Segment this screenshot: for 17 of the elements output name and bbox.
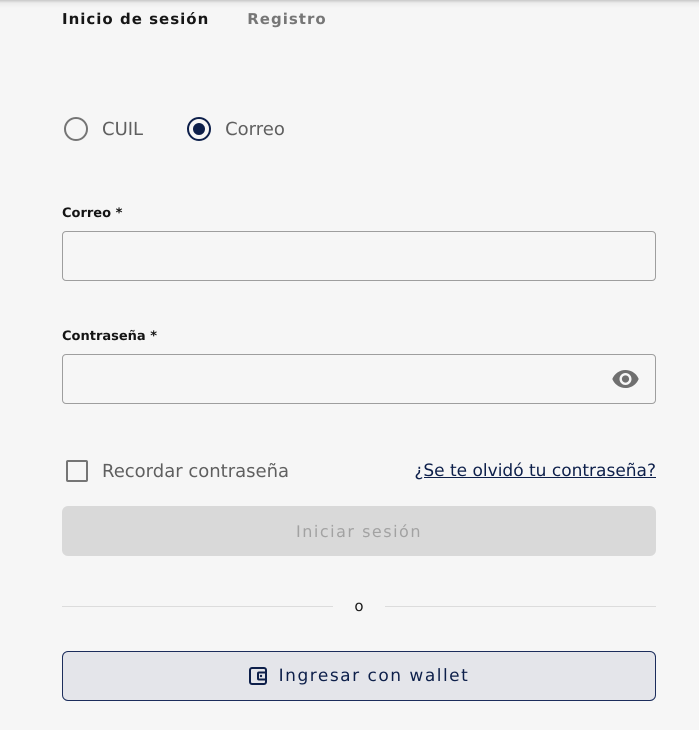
wallet-login-button[interactable]: Ingresar con wallet	[62, 651, 656, 701]
forgot-password-link[interactable]: ¿Se te olvidó tu contraseña?	[414, 461, 656, 481]
eye-icon[interactable]	[612, 370, 639, 388]
radio-button[interactable]	[187, 117, 212, 141]
tab[interactable]: Registro	[247, 10, 327, 28]
radio-button[interactable]	[64, 117, 88, 141]
radio-label: Correo	[225, 118, 285, 140]
tab[interactable]: Inicio de sesión	[62, 10, 210, 28]
divider-text: o	[354, 597, 364, 615]
password-field[interactable]	[62, 354, 656, 404]
radio-label: CUIL	[102, 118, 144, 140]
field-label: Contraseña *	[62, 329, 158, 345]
checkbox-label: Recordar contraseña	[102, 460, 290, 482]
input-field[interactable]	[62, 231, 656, 281]
wallet-icon	[248, 667, 267, 685]
field-label: Correo *	[62, 206, 124, 222]
checkbox[interactable]	[66, 460, 88, 482]
